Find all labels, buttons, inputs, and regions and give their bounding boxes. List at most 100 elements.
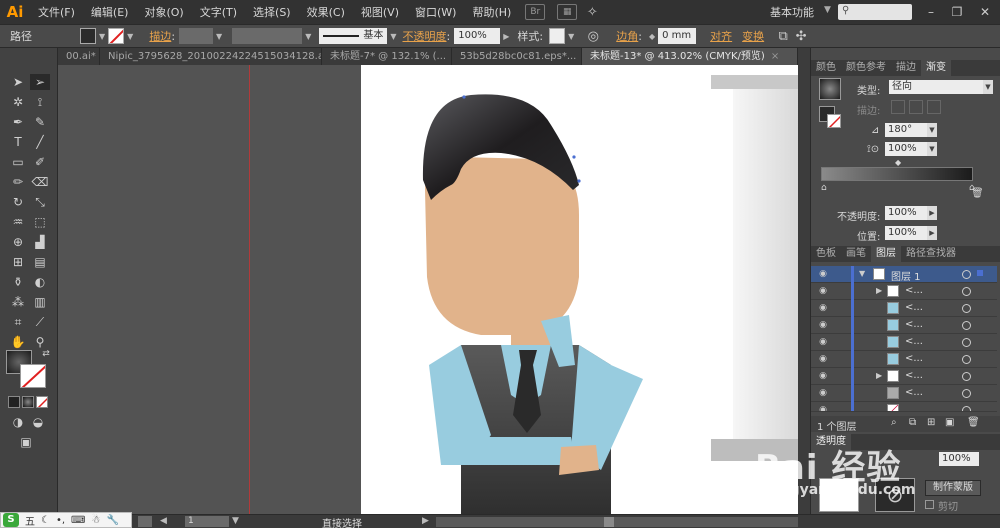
layer-name[interactable]: 图层 1: [891, 268, 921, 283]
tab-pathfinder[interactable]: 路径查找器: [901, 246, 961, 262]
stop-opacity-field[interactable]: 100%: [885, 206, 927, 220]
layer-row[interactable]: ◉ <...: [811, 351, 997, 368]
align-link[interactable]: 对齐: [710, 28, 732, 44]
color-mode-button[interactable]: [8, 396, 20, 408]
workspace-switcher[interactable]: 基本功能: [770, 4, 814, 20]
locate-object-icon[interactable]: ⌕: [891, 417, 897, 428]
magic-wand-tool-icon[interactable]: ✲: [8, 94, 28, 110]
eyedropper-tool-icon[interactable]: ⚱: [8, 274, 28, 290]
shape-builder-tool-icon[interactable]: ⊕: [8, 234, 28, 250]
gradient-slider[interactable]: [821, 167, 973, 181]
horizontal-scrollbar[interactable]: [436, 517, 798, 527]
chevron-down-icon[interactable]: ▼: [568, 32, 574, 41]
stroke-weight-field[interactable]: [179, 28, 214, 44]
close-button[interactable]: ✕: [976, 4, 994, 20]
target-icon[interactable]: [962, 287, 971, 296]
menu-type[interactable]: 文字(T): [192, 0, 245, 24]
new-sublayer-icon[interactable]: ⊞: [927, 417, 935, 428]
layer-row[interactable]: ◉ <...: [811, 334, 997, 351]
hand-tool-icon[interactable]: ✋: [8, 334, 28, 350]
transform-link[interactable]: 变换: [742, 28, 764, 44]
slice-tool-icon[interactable]: ⟋: [30, 314, 50, 330]
trash-icon[interactable]: 🗑: [967, 417, 980, 428]
make-mask-button[interactable]: 制作蒙版: [925, 480, 981, 496]
tab-gradient[interactable]: 渐变: [921, 60, 951, 76]
layer-row[interactable]: ◉ ▶ <...: [811, 283, 997, 300]
chevron-down-icon[interactable]: ▼: [390, 32, 396, 41]
stroke-swatch[interactable]: [108, 28, 125, 44]
chevron-down-icon[interactable]: ▼: [927, 142, 937, 156]
layer-row[interactable]: ◉ <...: [811, 300, 997, 317]
doc-tab[interactable]: 53b5d28bc0c81.eps*...×: [452, 48, 582, 65]
chevron-right-icon[interactable]: ▶: [927, 206, 937, 220]
target-icon[interactable]: [962, 389, 971, 398]
target-icon[interactable]: [962, 406, 971, 411]
chevron-right-icon[interactable]: ▶: [876, 286, 882, 295]
swap-colors-icon[interactable]: ⇄: [36, 346, 56, 362]
chevron-down-icon[interactable]: ▼: [216, 32, 222, 41]
chevron-right-icon[interactable]: ▶: [927, 226, 937, 240]
perspective-grid-tool-icon[interactable]: ▟: [30, 234, 50, 250]
gradient-type-select[interactable]: 径向: [889, 80, 983, 94]
bridge-icon[interactable]: Br: [525, 4, 546, 20]
skin-icon[interactable]: ☃: [91, 515, 100, 526]
direct-selection-tool-icon[interactable]: ➢: [30, 74, 50, 90]
gradient-tool-icon[interactable]: ▤: [30, 254, 50, 270]
eraser-tool-icon[interactable]: ⌫: [30, 174, 50, 190]
moon-icon[interactable]: ☾: [41, 515, 50, 526]
chevron-down-icon[interactable]: ▼: [927, 123, 937, 137]
keyboard-icon[interactable]: ⌨: [71, 515, 85, 526]
gradient-stroke-swatch[interactable]: [827, 114, 841, 128]
close-icon[interactable]: ×: [771, 51, 779, 62]
tab-transparency[interactable]: 透明度: [811, 434, 851, 450]
chevron-down-icon[interactable]: ▼: [232, 516, 239, 526]
symbol-sprayer-tool-icon[interactable]: ⁂: [8, 294, 28, 310]
tab-stroke[interactable]: 描边: [891, 60, 921, 76]
lasso-tool-icon[interactable]: ⟟: [30, 94, 50, 110]
draw-inside-icon[interactable]: ◒: [28, 414, 48, 430]
isolate-icon[interactable]: ⧉: [774, 29, 792, 44]
opacity-link[interactable]: 不透明度: [403, 28, 447, 44]
chevron-down-icon[interactable]: ▼: [99, 32, 105, 41]
paintbrush-tool-icon[interactable]: ✐: [30, 154, 50, 170]
clip-checkbox[interactable]: [925, 500, 934, 509]
line-tool-icon[interactable]: ╱: [30, 134, 50, 150]
arrange-documents-icon[interactable]: ▦: [557, 4, 578, 20]
tab-color-guide[interactable]: 颜色参考: [841, 60, 891, 76]
selection-tool-icon[interactable]: ➤: [8, 74, 28, 90]
chevron-right-icon[interactable]: ▶: [503, 32, 509, 41]
chevron-right-icon[interactable]: ▶: [876, 371, 882, 380]
doc-tab[interactable]: 00.ai*: [58, 48, 100, 65]
artboard-tool-icon[interactable]: ⌗: [8, 314, 28, 330]
layer-row[interactable]: ◉ <...: [811, 317, 997, 334]
doc-tab[interactable]: Nipic_3795628_20100224224515034128.ai*×: [100, 48, 322, 65]
gpu-icon[interactable]: ✧: [583, 5, 601, 20]
mesh-tool-icon[interactable]: ⊞: [8, 254, 28, 270]
stroke-within-button[interactable]: [891, 100, 905, 114]
free-transform-tool-icon[interactable]: ⬚: [30, 214, 50, 230]
type-tool-icon[interactable]: T: [8, 134, 28, 150]
delete-stop-icon[interactable]: 🗑: [971, 188, 984, 199]
doc-tab-active[interactable]: 未标题-13* @ 413.02% (CMYK/预览) ×: [582, 48, 798, 65]
minimize-button[interactable]: –: [922, 4, 940, 20]
eye-icon[interactable]: ◉: [817, 405, 829, 411]
blend-tool-icon[interactable]: ◐: [30, 274, 50, 290]
stroke-color-swatch[interactable]: [20, 364, 46, 388]
stroke-link[interactable]: 描边: [149, 28, 171, 44]
stroke-along-button[interactable]: [909, 100, 923, 114]
target-icon[interactable]: [962, 304, 971, 313]
eye-icon[interactable]: ◉: [817, 337, 829, 347]
brush-profile-field[interactable]: 基本: [319, 28, 388, 44]
transparency-opacity-field[interactable]: 100%: [939, 452, 979, 466]
graphic-style-swatch[interactable]: [549, 28, 566, 44]
gradient-preview-swatch[interactable]: [819, 78, 841, 100]
prev-artboard-icon[interactable]: ◀: [160, 516, 167, 526]
punctuation-icon[interactable]: •,: [56, 515, 65, 526]
fill-swatch[interactable]: [80, 28, 96, 44]
menu-file[interactable]: 文件(F): [30, 0, 83, 24]
chevron-right-icon[interactable]: ▶: [422, 516, 429, 526]
menu-object[interactable]: 对象(O): [136, 0, 191, 24]
chevron-down-icon[interactable]: ▼: [983, 80, 993, 94]
ime-mode[interactable]: 五: [25, 513, 35, 528]
layer-row[interactable]: ◉: [811, 402, 997, 412]
